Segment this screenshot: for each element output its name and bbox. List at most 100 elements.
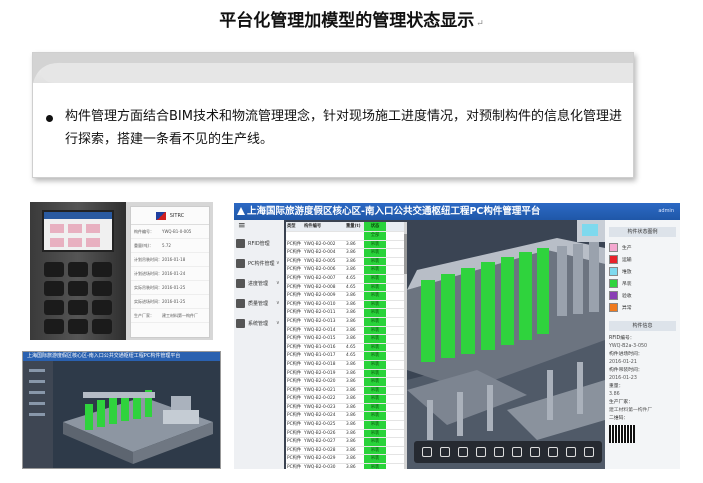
table-cell: YWQ-B2-0-005 <box>304 258 336 264</box>
table-row[interactable]: PC构件 YWQ-B2-0-021 3.86 吊装 <box>286 386 404 396</box>
table-row[interactable]: PC构件 YWQ-B2-0-010 3.86 吊装 <box>286 300 404 310</box>
record-value: YWQ-B1-0-005 <box>162 229 192 234</box>
section-icon[interactable] <box>512 447 522 457</box>
table-cell: 吊装 <box>364 412 386 421</box>
table-cell: PC构件 <box>287 284 302 290</box>
table-row[interactable]: PC构件 YWQ-B2-0-028 3.86 吊装 <box>286 446 404 456</box>
sidebar-item-system[interactable]: 系统管理 ∨ <box>234 314 284 332</box>
table-cell: 吊装 <box>364 421 386 429</box>
card-header-band <box>33 53 633 83</box>
rotate-icon[interactable] <box>422 447 432 457</box>
column-header[interactable]: 重量(t) <box>346 222 364 231</box>
pan-icon[interactable] <box>440 447 450 457</box>
table-row[interactable]: PC构件 YWQ-B2-0-025 3.86 吊装 <box>286 421 404 430</box>
search-icon <box>236 298 245 308</box>
info-value: 3.86 <box>609 392 620 397</box>
table-row[interactable]: PC构件 YWQ-B2-0-023 3.86 吊装 <box>286 403 404 413</box>
table-row[interactable]: PC构件 YWQ-B2-0-024 3.86 吊装 <box>286 412 404 422</box>
thumbnail-model <box>63 390 213 464</box>
record-row: 生产厂家： 建工材料第一构件厂 <box>131 309 209 323</box>
bim-3d-viewport[interactable] <box>407 220 605 469</box>
sidebar-item-progress[interactable]: 进度管理 ∨ <box>234 274 284 292</box>
table-cell: PC构件 <box>287 370 302 376</box>
table-row[interactable]: PC构件 YWQ-B2-0-011 3.86 吊装 <box>286 309 404 318</box>
table-cell: PC构件 <box>287 267 302 273</box>
qr-code-icon <box>609 425 635 443</box>
legend-item[interactable]: 生产 <box>605 241 680 253</box>
table-row[interactable]: PC构件 YWQ-B2-0-030 3.86 吊装 <box>286 464 404 469</box>
table-row[interactable]: PC构件 YWQ-B2-0-027 3.86 吊装 <box>286 438 404 447</box>
table-row[interactable]: PC构件 YWQ-B2-0-014 3.86 吊装 <box>286 326 404 336</box>
cube-icon <box>236 258 245 268</box>
status-filter[interactable]: 全部 <box>364 232 386 240</box>
table-row[interactable]: PC构件 YWQ-B2-0-020 3.86 吊装 <box>286 378 404 387</box>
table-row[interactable]: PC构件 YWQ-B1-0-017 4.65 吊装 <box>286 352 404 361</box>
table-cell: YWQ-B2-0-023 <box>304 404 336 410</box>
table-row[interactable]: PC构件 YWQ-B2-0-026 3.86 吊装 <box>286 429 404 439</box>
table-cell: PC构件 <box>287 293 302 299</box>
legend-item[interactable]: 堆放 <box>605 265 680 277</box>
legend-swatch <box>609 254 618 264</box>
legend-item[interactable]: 运输 <box>605 253 680 265</box>
table-cell: 吊装 <box>364 300 386 309</box>
measure-icon[interactable] <box>530 447 540 457</box>
fullscreen-icon[interactable] <box>584 447 594 457</box>
legend-item[interactable]: 异常 <box>605 301 680 313</box>
legend-panel: 构件状态图例 生产 运输 堆放 吊装 验收 异常 构件信息 RFID编号： YWQ-B2a-… <box>605 220 680 469</box>
legend-item[interactable]: 吊装 <box>605 277 680 289</box>
sidebar-item-quality[interactable]: 质量管理 ∨ <box>234 294 284 312</box>
table-cell: 吊装 <box>364 274 386 283</box>
legend-item[interactable]: 验收 <box>605 289 680 301</box>
table-cell: 3.86 <box>346 456 356 462</box>
table-cell: 3.86 <box>346 293 356 299</box>
keypad <box>44 262 112 334</box>
table-cell: 吊装 <box>364 455 386 464</box>
table-row[interactable]: PC构件 YWQ-B2-0-009 3.86 吊装 <box>286 292 404 301</box>
layers-icon[interactable] <box>548 447 558 457</box>
table-cell: 吊装 <box>364 464 386 469</box>
table-row[interactable]: PC构件 YWQ-B2-0-018 3.86 吊装 <box>286 360 404 370</box>
table-cell: 3.86 <box>346 396 356 402</box>
table-cell: 吊装 <box>364 257 386 266</box>
record-value: 2016-01-24 <box>162 271 186 276</box>
column-header[interactable]: 类型 <box>286 222 303 231</box>
menu-icon[interactable]: ≡ <box>234 220 284 232</box>
table-cell: PC构件 <box>287 327 302 333</box>
table-row[interactable]: PC构件 YWQ-B2-0-008 4.65 吊装 <box>286 283 404 293</box>
record-header-text: SITRC <box>169 212 185 219</box>
record-key: 生产厂家： <box>134 312 154 318</box>
user-name[interactable]: admin <box>658 203 674 220</box>
table-row[interactable]: PC构件 YWQ-B2-0-002 3.86 吊装 <box>286 240 404 250</box>
table-cell: YWQ-B2-0-018 <box>304 361 336 367</box>
sidebar-item-rfid[interactable]: RFID管理 <box>234 234 284 252</box>
column-header[interactable]: 构件编号 <box>303 222 346 231</box>
sidebar-item-pc[interactable]: PC构件管理 ∨ <box>234 254 284 272</box>
table-row[interactable]: PC构件 YWQ-B2-0-006 3.86 吊装 <box>286 266 404 275</box>
zoom-icon[interactable] <box>458 447 468 457</box>
table-row[interactable]: PC构件 YWQ-B2-0-022 3.86 吊装 <box>286 395 404 404</box>
table-row[interactable]: PC构件 YWQ-B2-0-015 3.86 吊装 <box>286 335 404 344</box>
record-row: 实际进场时间： 2016-01-25 <box>131 295 209 309</box>
table-cell: PC构件 <box>287 430 302 436</box>
table-row[interactable]: PC构件 YWQ-B2-0-007 4.65 吊装 <box>286 274 404 284</box>
home-icon[interactable] <box>494 447 504 457</box>
table-row[interactable]: PC构件 YWQ-B2-0-019 3.86 吊装 <box>286 369 404 379</box>
sidebar-item-label: 系统管理 <box>248 320 269 327</box>
info-key: 重量： <box>609 384 624 389</box>
table-row[interactable]: PC构件 YWQ-B1-0-016 4.65 吊装 <box>286 343 404 353</box>
table-row[interactable]: PC构件 YWQ-B2-0-004 3.86 吊装 <box>286 249 404 258</box>
table-cell: 3.86 <box>346 250 356 256</box>
settings-icon[interactable] <box>566 447 576 457</box>
legend-swatch <box>609 290 618 300</box>
record-key: 计划吊装时间： <box>134 256 162 262</box>
table-row[interactable]: PC构件 YWQ-B2-0-005 3.86 吊装 <box>286 257 404 267</box>
fit-view-icon[interactable] <box>476 447 486 457</box>
table-cell: 3.86 <box>346 361 356 367</box>
record-row: 构件编号： YWQ-B1-0-005 <box>131 225 209 239</box>
bullet-card: 构件管理方面结合BIM技术和物流管理理念，针对现场施工进度情况，对预制构件的信息… <box>32 52 634 178</box>
table-row[interactable]: PC构件 YWQ-B2-0-013 3.86 吊装 <box>286 317 404 327</box>
table-row[interactable]: PC构件 YWQ-B2-0-029 3.86 吊装 <box>286 455 404 465</box>
calendar-icon <box>236 278 245 288</box>
logo-icon <box>237 207 245 215</box>
column-header[interactable]: 状态 <box>364 222 386 231</box>
